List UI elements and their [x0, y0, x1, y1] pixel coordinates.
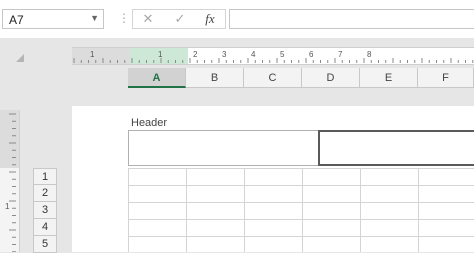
row-header-5[interactable]: 5 [33, 236, 57, 253]
chevron-down-icon[interactable]: ▼ [90, 13, 99, 23]
column-header-e[interactable]: E [360, 68, 418, 88]
column-header-d[interactable]: D [302, 68, 360, 88]
ruler-number: 7 [338, 50, 343, 59]
ruler-number: 1 [158, 50, 163, 59]
ruler-number: 2 [193, 50, 198, 59]
ruler-number: 1 [90, 50, 95, 59]
insert-function-button[interactable]: fx [199, 11, 221, 27]
column-header-c[interactable]: C [244, 68, 302, 88]
select-all-corner[interactable] [16, 54, 24, 62]
header-section-left[interactable] [128, 130, 319, 166]
cancel-icon[interactable]: ✕ [137, 11, 159, 27]
column-header-f[interactable]: F [418, 68, 474, 88]
ruler-number: 6 [309, 50, 314, 59]
ruler-number: 8 [367, 50, 372, 59]
ruler-ticks [73, 58, 474, 63]
formula-bar-grip-icon[interactable]: ⋮ [118, 11, 130, 25]
ruler-number: 1 [5, 202, 10, 211]
name-box[interactable]: A7 ▼ [2, 9, 104, 29]
header-section-center[interactable] [318, 130, 474, 166]
name-box-value: A7 [9, 13, 24, 27]
ruler-ticks [9, 113, 16, 252]
row-header-2[interactable]: 2 [33, 185, 57, 202]
check-icon[interactable]: ✓ [169, 11, 191, 27]
formula-bar: A7 ▼ ⋮ ✕ ✓ fx [0, 0, 474, 38]
ruler-number: 3 [222, 50, 227, 59]
ruler-number: 4 [251, 50, 256, 59]
column-header-a[interactable]: A [128, 68, 186, 88]
cell-grid[interactable] [128, 168, 474, 252]
row-header-1[interactable]: 1 [33, 168, 57, 185]
formula-buttons: ✕ ✓ fx [132, 9, 226, 29]
column-header-b[interactable]: B [186, 68, 244, 88]
row-header-3[interactable]: 3 [33, 202, 57, 219]
ruler-number: 5 [280, 50, 285, 59]
formula-input[interactable] [229, 9, 474, 29]
horizontal-ruler: 1 1 2 3 4 5 6 7 8 [72, 47, 474, 65]
vertical-ruler: 1 [0, 110, 20, 252]
header-label: Header [131, 117, 168, 129]
row-header-4[interactable]: 4 [33, 219, 57, 236]
